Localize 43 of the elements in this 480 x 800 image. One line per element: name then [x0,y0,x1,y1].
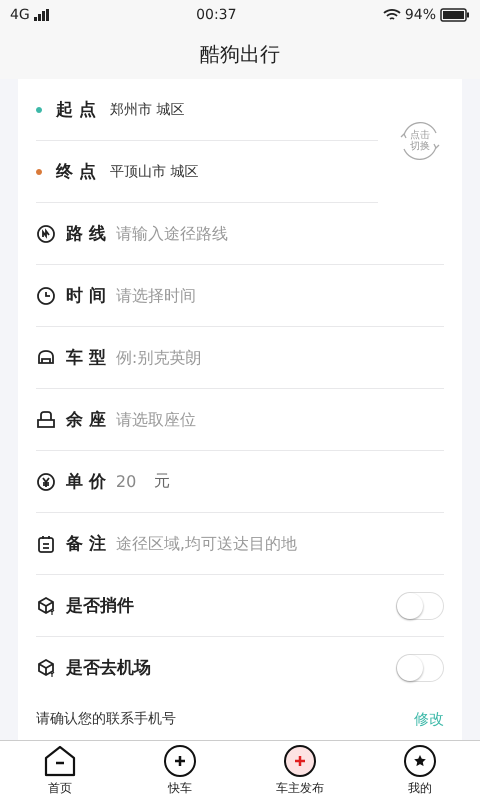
input-field[interactable]: 例:别克英朗 [116,348,356,368]
toggle-switch[interactable] [396,654,444,682]
location-label: 起 点 [56,99,96,122]
seat-icon [36,410,56,430]
field-label: 是否去机场 [66,657,151,680]
route-icon [36,224,56,244]
wifi-icon [382,8,401,22]
app-title: 酷狗出行 [200,41,280,68]
phone-confirm-text: 请确认您的联系手机号 [36,710,176,728]
location-value[interactable]: 平顶山市 城区 [110,162,198,181]
signal-icon [34,9,50,22]
home-icon [43,744,77,778]
input-field[interactable]: 请输入途径路线 [116,224,356,244]
yuan-icon [36,472,56,492]
unit-label: 元 [154,471,170,492]
field-label: 时 间 [66,285,106,308]
nav-tab[interactable]: 车主发布 [240,741,360,800]
location-value[interactable]: 郑州市 城区 [110,100,184,119]
network-type: 4G [10,7,30,24]
location-label: 终 点 [56,161,96,184]
field-label: 是否捎件 [66,595,134,618]
toggle-switch[interactable] [396,592,444,620]
battery-icon [440,8,470,22]
field-label: 备 注 [66,533,106,556]
battery-percent: 94% [404,7,436,24]
clock-icon [36,286,56,306]
field-label: 余 座 [66,409,106,432]
input-field[interactable]: 请选择时间 [116,286,356,306]
package-icon [36,596,56,616]
field-label: 车 型 [66,347,106,370]
input-field[interactable]: 途径区域,均可送达目的地 [116,534,356,554]
nav-tab[interactable]: 首页 [0,741,120,800]
input-field[interactable]: 请选取座位 [116,410,356,430]
plus-icon [283,744,317,778]
nav-tab[interactable]: 我的 [360,741,480,800]
package-icon [36,658,56,678]
nav-tab[interactable]: 快车 [120,741,240,800]
clock-time: 00:37 [196,7,236,24]
notepad-icon [36,534,56,554]
field-label: 路 线 [66,223,106,246]
plus-icon [163,744,197,778]
input-field[interactable]: 20 [116,472,144,492]
field-label: 单 价 [66,471,106,494]
